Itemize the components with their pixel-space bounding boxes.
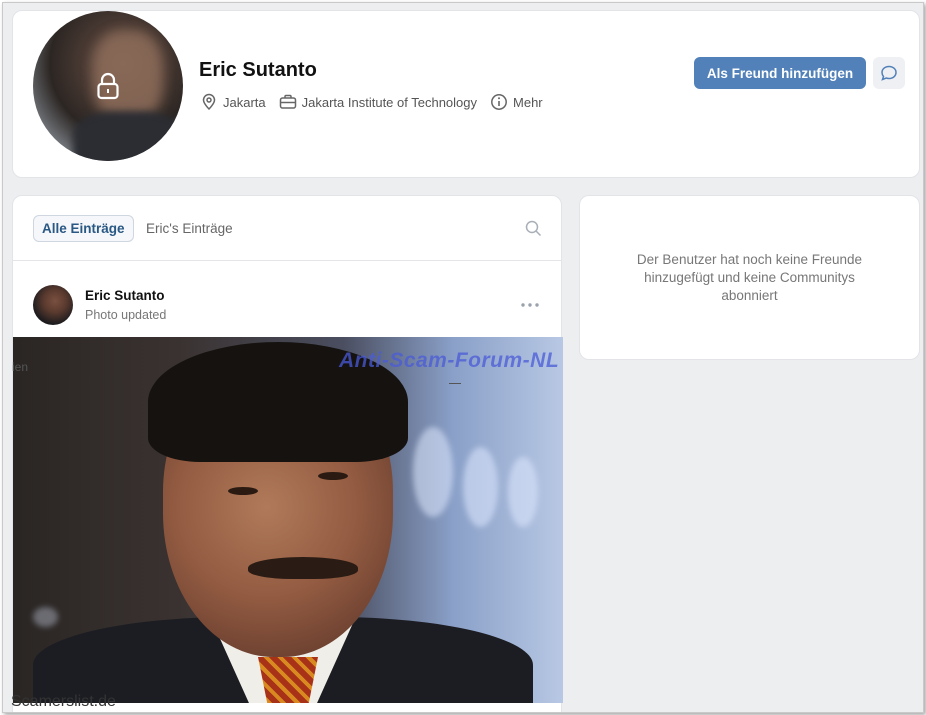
photo-bokeh-light xyxy=(33,607,58,627)
search-icon[interactable] xyxy=(525,220,542,237)
meta-location[interactable]: Jakarta xyxy=(200,93,266,111)
post-photo[interactable] xyxy=(13,337,563,703)
avatar-blurred-suit xyxy=(73,111,183,161)
no-friends-message: Der Benutzer hat noch keine Freunde hinz… xyxy=(636,251,863,303)
friends-card: Der Benutzer hat noch keine Freunde hinz… xyxy=(579,195,920,360)
info-icon xyxy=(491,94,507,110)
message-button[interactable] xyxy=(873,57,905,89)
photo-bokeh-light xyxy=(508,457,538,527)
more-label: Mehr xyxy=(513,94,543,110)
photo-mustache xyxy=(248,557,358,579)
photo-bokeh-light xyxy=(413,427,453,517)
meta-work[interactable]: Jakarta Institute of Technology xyxy=(279,93,477,111)
feed-card: Alle Einträge Eric's Einträge Eric Sutan… xyxy=(12,195,563,712)
bottom-watermark: Scamerslist.de xyxy=(11,693,116,710)
location-pin-icon xyxy=(202,93,216,111)
watermark-dash xyxy=(449,383,461,384)
chat-icon xyxy=(881,65,897,81)
briefcase-icon xyxy=(279,94,296,109)
feed-tabs: Alle Einträge Eric's Einträge xyxy=(13,196,561,261)
photo-tie xyxy=(258,657,318,703)
work-label: Jakarta Institute of Technology xyxy=(301,94,478,110)
side-label: ien xyxy=(12,360,29,374)
post-author-avatar[interactable] xyxy=(33,285,73,325)
photo-eye-left xyxy=(228,487,258,495)
tab-erics-entries[interactable]: Eric's Einträge xyxy=(146,221,233,236)
meta-more[interactable]: Mehr xyxy=(490,93,543,111)
watermark-text: Anti-Scam-Forum-NL xyxy=(339,349,560,372)
location-label: Jakarta xyxy=(223,94,266,110)
page-frame: Eric Sutanto Jakarta Jakarta Institute o… xyxy=(2,2,924,713)
add-friend-button[interactable]: Als Freund hinzufügen xyxy=(694,57,866,89)
profile-name: Eric Sutanto xyxy=(199,59,317,81)
photo-eye-right xyxy=(318,472,348,480)
photo-bokeh-light xyxy=(463,447,498,527)
more-dots-icon[interactable] xyxy=(521,303,539,307)
profile-meta: Jakarta Jakarta Institute of Technology … xyxy=(200,93,556,111)
post-subtitle: Photo updated xyxy=(85,308,167,322)
profile-avatar[interactable] xyxy=(33,11,183,161)
profile-card: Eric Sutanto Jakarta Jakarta Institute o… xyxy=(12,10,920,178)
tab-all-entries[interactable]: Alle Einträge xyxy=(33,215,134,242)
post-author-name[interactable]: Eric Sutanto xyxy=(85,288,165,303)
lock-icon xyxy=(97,72,119,100)
